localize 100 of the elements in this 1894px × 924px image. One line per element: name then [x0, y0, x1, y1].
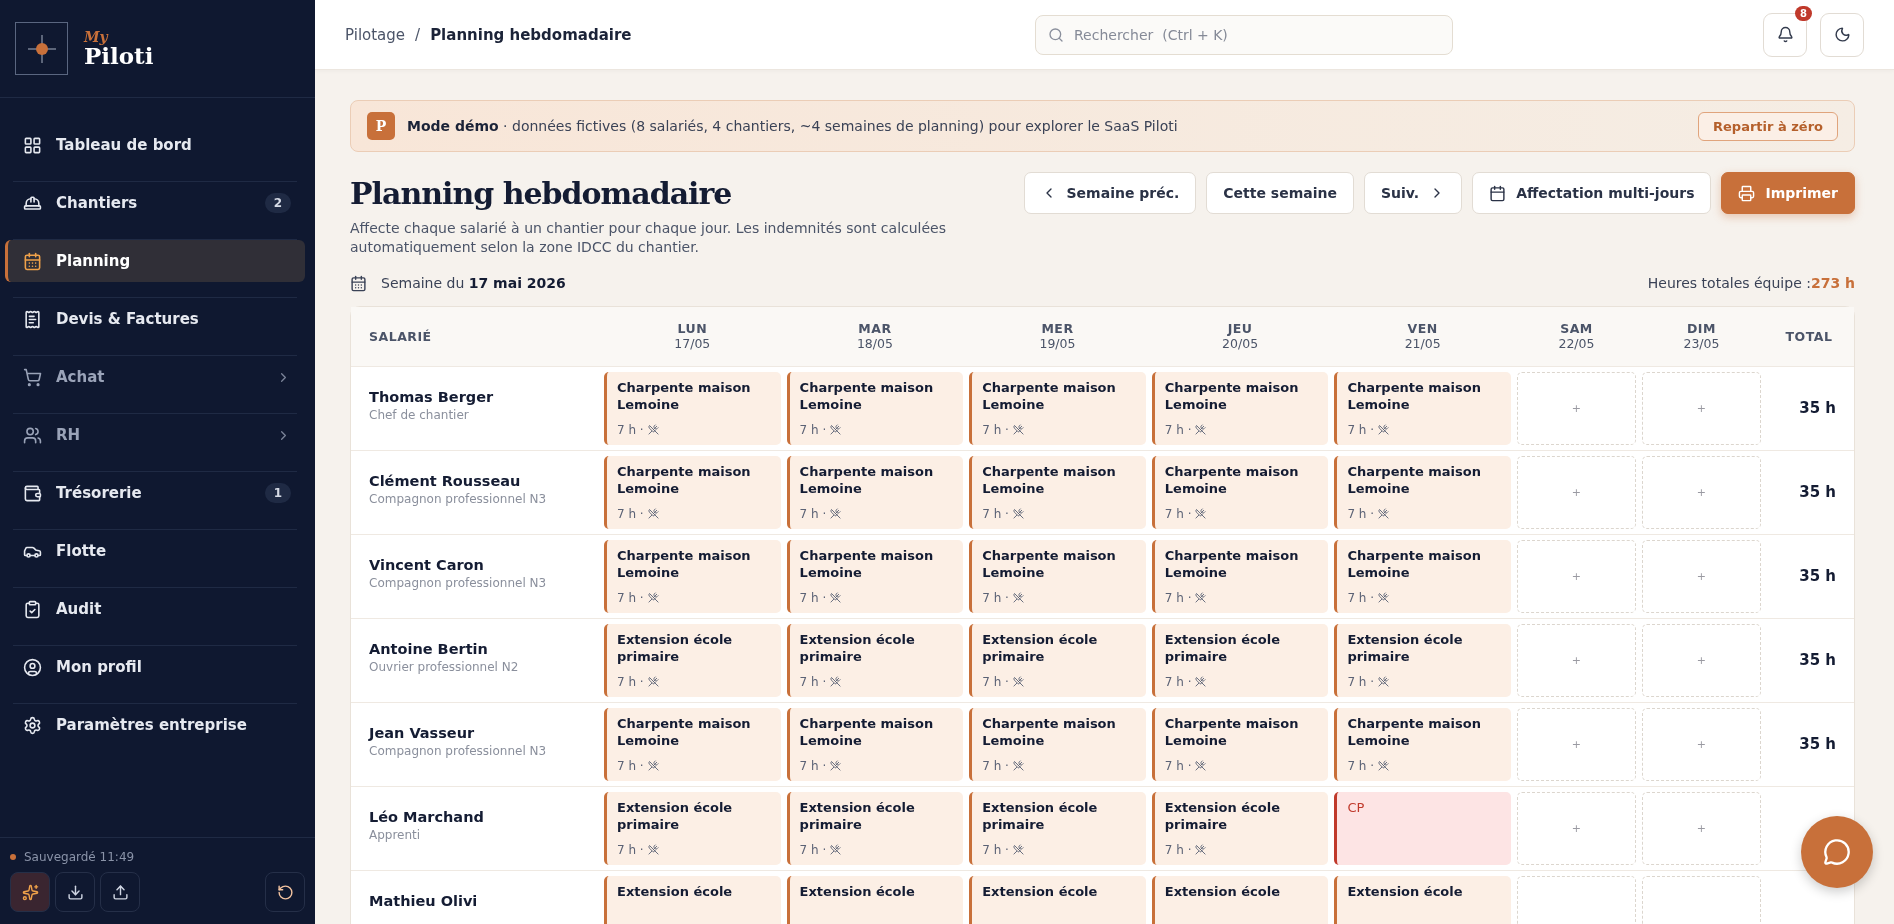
toolbar-button[interactable]: Cette semaine: [1206, 172, 1354, 214]
assignment-card[interactable]: Extension école primaire 7 h ·: [1334, 623, 1511, 697]
assignment-card[interactable]: Charpente maison Lemoine 7 h ·: [1151, 539, 1329, 613]
add-label: +: [1571, 569, 1582, 583]
hours-text: 7 h ·: [1347, 590, 1375, 605]
assignment-card[interactable]: Charpente maison Lemoine 7 h ·: [786, 539, 964, 613]
nav-item[interactable]: Tableau de bord: [5, 124, 305, 166]
hard-hat-icon: [23, 193, 42, 213]
assignment-card[interactable]: Extension école: [1151, 875, 1329, 924]
hours-text: 7 h ·: [617, 842, 644, 857]
assignment-card[interactable]: Charpente maison Lemoine 7 h ·: [786, 455, 964, 529]
calendar-icon: [350, 274, 367, 292]
assignment-card[interactable]: Extension école: [786, 875, 964, 924]
add-label: +: [1571, 821, 1582, 835]
bell-icon: [1776, 26, 1794, 43]
search-field[interactable]: Rechercher (Ctrl + K): [1035, 14, 1453, 55]
hours-text: 7 h ·: [1164, 590, 1192, 605]
leave-card[interactable]: CP: [1334, 791, 1511, 865]
users-icon: [23, 425, 42, 445]
assignment-card[interactable]: Charpente maison Lemoine 7 h ·: [604, 539, 781, 613]
assignment-card[interactable]: Charpente maison Lemoine 7 h ·: [1334, 707, 1511, 781]
nav-item[interactable]: Achat: [5, 356, 305, 398]
site-name: Charpente maison Lemoine: [1164, 547, 1300, 582]
total-hours: 35 h: [1799, 735, 1836, 754]
toolbar-button[interactable]: Suiv.: [1364, 172, 1463, 214]
toolbar-button[interactable]: Affectation multi-jours: [1472, 172, 1712, 214]
column-header: VEN: [1407, 321, 1438, 337]
assignment-card[interactable]: Charpente maison Lemoine 7 h ·: [1151, 371, 1329, 445]
nav-item[interactable]: Planning: [5, 240, 305, 282]
meal-icon: [1378, 592, 1390, 604]
week-label: Semaine du 17 mai 2026: [381, 275, 566, 292]
nav-item[interactable]: Trésorerie 1: [5, 472, 305, 514]
print-button[interactable]: Imprimer: [1721, 172, 1855, 214]
upload-button[interactable]: [100, 872, 140, 912]
download-button[interactable]: [55, 872, 95, 912]
theme-button[interactable]: [1820, 12, 1864, 57]
assignment-card[interactable]: Extension école primaire 7 h ·: [1151, 791, 1329, 865]
assignment-card[interactable]: Charpente maison Lemoine 7 h ·: [1151, 707, 1329, 781]
nav-item[interactable]: Chantiers 2: [5, 182, 305, 224]
sparkle-button[interactable]: [10, 872, 50, 912]
assignment-card[interactable]: Charpente maison Lemoine 7 h ·: [786, 371, 964, 445]
assignment-card[interactable]: Charpente maison Lemoine 7 h ·: [1334, 539, 1511, 613]
nav-item[interactable]: Devis & Factures: [5, 298, 305, 340]
column-date: 23/05: [1683, 336, 1720, 352]
meal-icon: [1195, 760, 1207, 772]
meal-icon: [1378, 508, 1390, 520]
hours-text: 7 h ·: [1164, 842, 1192, 857]
site-name: Extension école primaire: [617, 799, 734, 834]
nav-item[interactable]: Paramètres entreprise: [5, 704, 305, 746]
sparkles-icon: [21, 883, 39, 901]
site-name: Charpente maison Lemoine: [617, 463, 752, 498]
assignment-card[interactable]: Extension école primaire 7 h ·: [969, 623, 1146, 697]
add-label: +: [1571, 401, 1582, 415]
meal-icon: [830, 508, 842, 520]
assignment-card[interactable]: Charpente maison Lemoine 7 h ·: [969, 371, 1146, 445]
assignment-card[interactable]: Charpente maison Lemoine 7 h ·: [604, 707, 781, 781]
site-name: Charpente maison Lemoine: [1164, 379, 1300, 414]
reset-demo-button[interactable]: Repartir à zéro: [1698, 111, 1838, 141]
receipt-icon: [23, 309, 42, 329]
assignment-card[interactable]: Extension école primaire 7 h ·: [786, 791, 964, 865]
assignment-card[interactable]: Extension école primaire 7 h ·: [786, 623, 964, 697]
hours-text: 7 h ·: [617, 506, 644, 521]
site-name: Extension école primaire: [982, 631, 1099, 666]
meal-icon: [647, 508, 659, 520]
employee-name: Mathieu Olivi: [369, 892, 479, 909]
hours-text: 7 h ·: [1347, 674, 1375, 689]
assignment-card[interactable]: Extension école primaire 7 h ·: [604, 791, 781, 865]
assignment-card[interactable]: Extension école: [969, 875, 1146, 924]
hours-text: 7 h ·: [617, 674, 644, 689]
hours-text: 7 h ·: [982, 422, 1009, 437]
assignment-card[interactable]: Charpente maison Lemoine 7 h ·: [604, 371, 781, 445]
toolbar-button[interactable]: Semaine préc.: [1023, 172, 1197, 214]
site-name: Charpente maison Lemoine: [1164, 463, 1300, 498]
assignment-card[interactable]: Charpente maison Lemoine 7 h ·: [786, 707, 964, 781]
add-label: +: [1696, 653, 1707, 667]
assignment-card[interactable]: Charpente maison Lemoine 7 h ·: [969, 539, 1146, 613]
assignment-card[interactable]: Extension école primaire 7 h ·: [969, 791, 1146, 865]
employee-name: Clément Rousseau: [369, 472, 522, 489]
clipboard-check-icon: [23, 599, 42, 619]
assignment-card[interactable]: Charpente maison Lemoine 7 h ·: [1151, 455, 1329, 529]
demo-badge: P: [367, 112, 395, 140]
assignment-card[interactable]: Charpente maison Lemoine 7 h ·: [969, 455, 1146, 529]
assignment-card[interactable]: Charpente maison Lemoine 7 h ·: [1334, 371, 1511, 445]
assignment-card[interactable]: Extension école primaire 7 h ·: [604, 623, 781, 697]
hours-text: 7 h ·: [617, 422, 644, 437]
nav-item[interactable]: Flotte: [5, 530, 305, 572]
site-name: Charpente maison Lemoine: [1347, 463, 1482, 498]
demo-text: Mode démo · données fictives (8 salariés, 4 chantiers, ~4 semaines de planning) pour explorer le SaaS Piloti: [407, 118, 1179, 134]
nav-item[interactable]: Audit: [5, 588, 305, 630]
nav-item[interactable]: Mon profil: [5, 646, 305, 688]
assignment-card[interactable]: Charpente maison Lemoine 7 h ·: [604, 455, 781, 529]
assignment-card[interactable]: Charpente maison Lemoine 7 h ·: [969, 707, 1146, 781]
assignment-card[interactable]: Extension école primaire 7 h ·: [1151, 623, 1329, 697]
assignment-card[interactable]: Extension école: [604, 875, 781, 924]
nav-item[interactable]: RH: [5, 414, 305, 456]
assignment-card[interactable]: Extension école: [1334, 875, 1511, 924]
reset-button[interactable]: [265, 872, 305, 912]
breadcrumb-item[interactable]: Pilotage: [345, 25, 406, 44]
assignment-card[interactable]: Charpente maison Lemoine 7 h ·: [1334, 455, 1511, 529]
meal-icon: [1012, 592, 1024, 604]
